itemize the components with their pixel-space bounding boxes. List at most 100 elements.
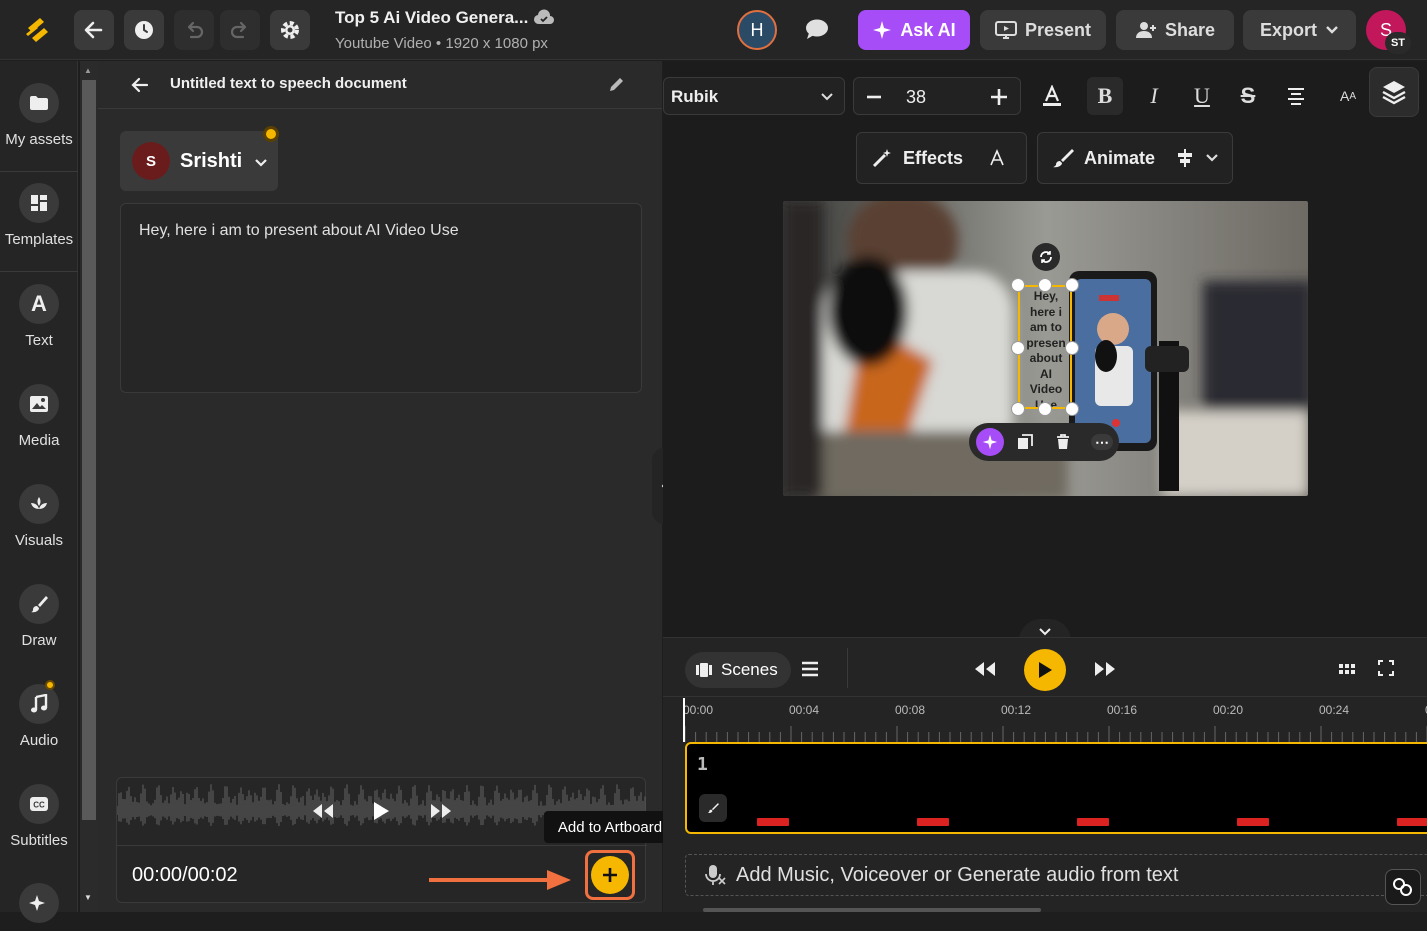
collaborator-avatar[interactable]: H: [737, 10, 777, 50]
add-to-artboard-button[interactable]: [585, 850, 635, 900]
share-label: Share: [1164, 19, 1216, 40]
textbox-line: presen: [1026, 335, 1066, 350]
back-icon[interactable]: [74, 10, 114, 50]
skip-forward-icon[interactable]: [1093, 660, 1117, 683]
scenes-button[interactable]: Scenes: [685, 652, 791, 688]
comment-icon[interactable]: [804, 18, 830, 45]
ai-sparkle-icon[interactable]: [976, 428, 1004, 456]
layers-button[interactable]: [1369, 67, 1419, 117]
play-button[interactable]: [1024, 649, 1066, 691]
fast-forward-icon[interactable]: [429, 802, 453, 825]
effects-button[interactable]: Effects: [856, 132, 1027, 184]
list-view-icon[interactable]: [801, 661, 819, 682]
resize-handle[interactable]: [1065, 341, 1079, 355]
help-chat-icon[interactable]: [1385, 869, 1421, 905]
font-size-stepper[interactable]: 38: [853, 77, 1021, 115]
add-user-icon: [1135, 22, 1156, 38]
more-options-icon[interactable]: ⋯: [1091, 434, 1113, 450]
templates-icon: [19, 183, 59, 223]
tts-text-input[interactable]: Hey, here i am to present about AI Video…: [120, 203, 642, 393]
resize-handle[interactable]: [1011, 402, 1025, 416]
music-icon: [19, 680, 59, 724]
trash-icon[interactable]: [1055, 434, 1071, 455]
sidebar-item-media[interactable]: Media: [0, 384, 78, 449]
timeline-tick-label: 00:24: [1319, 703, 1350, 717]
present-button[interactable]: Present: [980, 10, 1106, 50]
sidebar-item-more[interactable]: [0, 883, 78, 931]
font-family-select[interactable]: Rubik: [663, 77, 845, 115]
animate-button[interactable]: Animate: [1037, 132, 1233, 184]
resize-handle[interactable]: [1011, 278, 1025, 292]
sidebar-item-draw[interactable]: Draw: [0, 584, 78, 649]
scroll-up-icon[interactable]: ▲: [84, 66, 92, 75]
sidebar-item-my-assets[interactable]: My assets: [0, 83, 78, 148]
tts-document-title: Untitled text to speech document: [170, 75, 407, 92]
skip-back-icon[interactable]: [973, 660, 997, 683]
scene-frame-thumbnail: [757, 818, 789, 826]
scene-animate-icon[interactable]: [699, 794, 727, 822]
text-case-icon[interactable]: AA: [1333, 77, 1363, 115]
resize-handle[interactable]: [1038, 402, 1052, 416]
timeline-tick-label: 00:16: [1107, 703, 1138, 717]
scene-track-1[interactable]: 1: [685, 742, 1427, 834]
chevron-down-icon: [254, 155, 268, 173]
sidebar-item-label: Templates: [4, 231, 74, 248]
play-icon[interactable]: [371, 800, 391, 827]
sidebar-item-templates[interactable]: Templates: [0, 183, 78, 248]
present-label: Present: [1024, 19, 1092, 40]
scenes-label: Scenes: [721, 660, 778, 679]
resize-handle[interactable]: [1065, 278, 1079, 292]
underline-icon[interactable]: U: [1187, 77, 1217, 115]
document-title[interactable]: Top 5 Ai Video Genera...: [335, 8, 528, 28]
undo-icon[interactable]: [174, 10, 214, 50]
bold-icon[interactable]: B: [1087, 77, 1123, 115]
text-color-icon[interactable]: [1037, 77, 1067, 115]
italic-icon[interactable]: I: [1139, 77, 1169, 115]
sidebar-item-label: Media: [18, 432, 60, 449]
rewind-icon[interactable]: [311, 802, 335, 825]
font-size-value[interactable]: 38: [906, 87, 926, 108]
timeline-ruler[interactable]: 00:0000:0400:0800:1200:1600:2000:2400: [683, 698, 1427, 742]
playhead[interactable]: [683, 698, 685, 742]
ask-ai-button[interactable]: Ask AI: [858, 10, 970, 50]
redo-icon[interactable]: [220, 10, 260, 50]
align-center-icon[interactable]: [1281, 77, 1311, 115]
scroll-down-icon[interactable]: ▼: [84, 893, 92, 902]
add-audio-track[interactable]: Add Music, Voiceover or Generate audio f…: [685, 854, 1427, 896]
resize-handle[interactable]: [1011, 341, 1025, 355]
scene-number: 1: [697, 754, 708, 775]
sidebar-item-text[interactable]: A Text: [0, 284, 78, 349]
voice-selector[interactable]: S Srishti: [120, 126, 279, 191]
export-button[interactable]: Export: [1243, 10, 1356, 50]
resize-handle[interactable]: [1065, 402, 1079, 416]
sidebar-item-audio[interactable]: Audio: [0, 680, 78, 749]
panel-header: Untitled text to speech document: [98, 61, 662, 109]
align-icon: [1178, 149, 1193, 167]
image-icon: [19, 384, 59, 424]
sidebar-item-subtitles[interactable]: CC Subtitles: [0, 784, 78, 849]
document-subtitle: Youtube Video • 1920 x 1080 px: [335, 35, 548, 52]
timeline: Scenes 00:00 00:04 00:08 00:12 00:16 00:20 00:…: [663, 637, 1427, 912]
grid-view-icon[interactable]: [1338, 662, 1356, 680]
selected-textbox[interactable]: Hey,here iam topresenaboutAIVideoUse: [1018, 285, 1072, 409]
scene-frame-thumbnail: [1237, 818, 1269, 826]
logo-icon[interactable]: [22, 14, 56, 46]
sidebar-scroll-thumb[interactable]: [82, 80, 96, 820]
fullscreen-icon[interactable]: [1378, 660, 1394, 681]
edit-pencil-icon[interactable]: [608, 75, 626, 98]
sidebar-item-visuals[interactable]: Visuals: [0, 484, 78, 549]
duplicate-icon[interactable]: [1017, 434, 1033, 455]
chevron-down-icon: [1206, 154, 1218, 162]
textbox-line: about: [1029, 351, 1063, 365]
share-button[interactable]: Share: [1116, 10, 1234, 50]
timeline-scrollbar[interactable]: [703, 908, 1041, 912]
timeline-tick-label: 00:08: [895, 703, 926, 717]
settings-gear-icon[interactable]: [270, 10, 310, 50]
strikethrough-icon[interactable]: S: [1233, 77, 1263, 115]
rotate-handle-icon[interactable]: [1032, 243, 1060, 271]
resize-handle[interactable]: [1038, 278, 1052, 292]
artboard-canvas[interactable]: Hey,here iam topresenaboutAIVideoUse ⋯: [783, 201, 1308, 496]
panel-back-icon[interactable]: [130, 75, 150, 100]
history-icon[interactable]: [124, 10, 164, 50]
add-audio-label: Add Music, Voiceover or Generate audio f…: [736, 863, 1179, 886]
